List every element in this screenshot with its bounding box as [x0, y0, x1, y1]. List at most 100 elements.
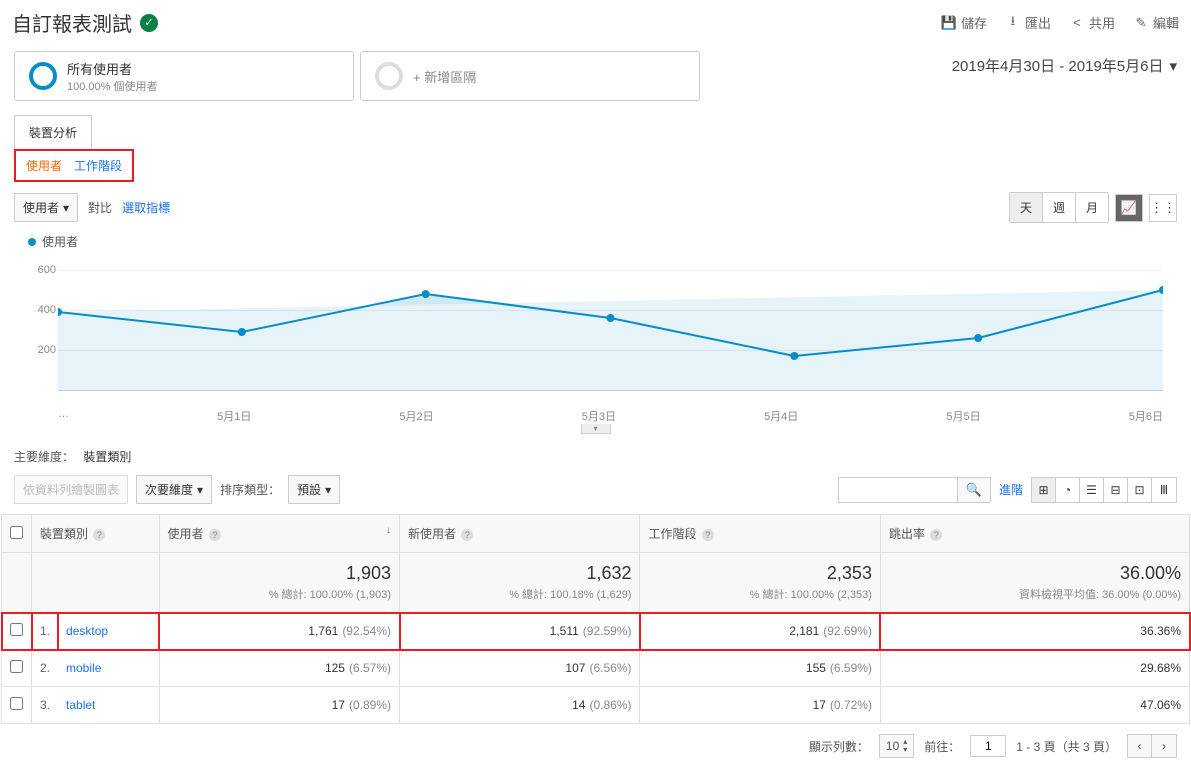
col-device[interactable]: 裝置類別 ?: [32, 515, 160, 553]
edit-button[interactable]: ✎ 編輯: [1133, 13, 1179, 32]
compare-label: 對比: [88, 199, 112, 216]
report-title: 自訂報表測試: [12, 8, 132, 37]
summary-bounce-sub: 資料檢視平均值: 36.00% (0.00%): [889, 586, 1181, 602]
row-checkbox[interactable]: [10, 623, 23, 636]
search-input[interactable]: [838, 477, 958, 503]
view-column[interactable]: Ⅲ: [1152, 478, 1176, 502]
summary-bounce: 36.00%: [889, 563, 1181, 584]
dimension-value: 裝置類別: [83, 450, 131, 464]
granularity-month[interactable]: 月: [1076, 193, 1108, 222]
save-icon: 💾: [941, 15, 957, 31]
x-tick: 5月2日: [399, 408, 433, 424]
x-tick: 5月5日: [946, 408, 980, 424]
line-chart-icon: 📈: [1121, 200, 1137, 216]
cell-new-users: 14: [572, 698, 585, 712]
search-button[interactable]: 🔍: [958, 477, 991, 503]
device-link[interactable]: mobile: [66, 661, 101, 675]
row-checkbox[interactable]: [10, 697, 23, 710]
device-link[interactable]: desktop: [66, 624, 108, 638]
line-chart: 600 400 200 … 5月1日 5月2日 5月3日 5月4日 5月5日 5…: [28, 254, 1163, 424]
search-icon: 🔍: [966, 482, 982, 497]
save-button[interactable]: 💾 儲存: [941, 13, 987, 32]
tab-device-analysis[interactable]: 裝置分析: [14, 115, 92, 149]
segment-circle-icon: [29, 62, 57, 90]
granularity-day[interactable]: 天: [1010, 193, 1043, 222]
share-icon: <: [1069, 15, 1085, 31]
y-tick-200: 200: [38, 344, 56, 356]
date-range-text: 2019年4月30日 - 2019年5月6日: [952, 55, 1164, 76]
table-icon: ⊞: [1038, 483, 1048, 497]
row-checkbox[interactable]: [10, 660, 23, 673]
expand-chart-handle[interactable]: ▾: [581, 424, 611, 434]
add-segment-button[interactable]: + 新增區隔: [360, 51, 700, 101]
view-data-table[interactable]: ⊞: [1032, 478, 1056, 502]
cell-users: 17: [332, 698, 345, 712]
cell-bounce: 47.06%: [1140, 698, 1181, 712]
share-label: 共用: [1089, 13, 1115, 32]
advanced-link[interactable]: 進階: [999, 481, 1023, 498]
sort-type-dropdown[interactable]: 預設 ▾: [288, 475, 340, 504]
chevron-down-icon: ▾: [325, 483, 331, 497]
metric-dropdown[interactable]: 使用者 ▾: [14, 193, 78, 222]
metric-tabs: 使用者 工作階段: [14, 149, 134, 182]
help-icon[interactable]: ?: [93, 529, 105, 541]
help-icon[interactable]: ?: [461, 529, 473, 541]
pagination: 顯示列數： 10 ▴▾ 前往： 1 - 3 頁（共 3 頁） ‹ ›: [0, 724, 1191, 768]
cell-users-pct: (0.89%): [349, 698, 391, 712]
device-link[interactable]: tablet: [66, 698, 95, 712]
updown-icon: ▴▾: [903, 738, 907, 754]
cell-sessions-pct: (6.59%): [830, 661, 872, 675]
col-new-users[interactable]: 新使用者 ?: [400, 515, 640, 553]
chart-svg: [58, 254, 1163, 394]
summary-row: 1,903 % 總計: 100.00% (1,903) 1,632 % 總計: …: [2, 553, 1190, 613]
tab-sessions[interactable]: 工作階段: [74, 157, 122, 174]
dimension-label: 主要維度：: [14, 450, 74, 464]
chevron-right-icon: ›: [1162, 739, 1166, 753]
segment-all-users[interactable]: 所有使用者 100.00% 個使用者: [14, 51, 354, 101]
pivot-icon: ⊡: [1134, 483, 1144, 497]
select-metric-link[interactable]: 選取指標: [122, 199, 170, 216]
view-bar[interactable]: ☰: [1080, 478, 1104, 502]
secondary-dimension-dropdown[interactable]: 次要維度 ▾: [136, 475, 212, 504]
help-icon[interactable]: ?: [930, 529, 942, 541]
granularity-week[interactable]: 週: [1043, 193, 1076, 222]
row-index: 1.: [32, 613, 59, 650]
date-range-picker[interactable]: 2019年4月30日 - 2019年5月6日 ▾: [952, 51, 1177, 76]
next-page-button[interactable]: ›: [1152, 735, 1176, 757]
cell-users-pct: (92.54%): [342, 624, 391, 638]
edit-label: 編輯: [1153, 13, 1179, 32]
cell-users: 1,761: [308, 624, 338, 638]
column-icon: Ⅲ: [1160, 483, 1168, 497]
view-comparison[interactable]: ⊟: [1104, 478, 1128, 502]
col-bounce[interactable]: 跳出率 ?: [880, 515, 1189, 553]
pie-icon: ◔: [1064, 483, 1071, 497]
rows-per-page-dropdown[interactable]: 10 ▴▾: [879, 734, 914, 758]
table-row: 3.tablet17(0.89%)14(0.86%)17(0.72%)47.06…: [2, 687, 1190, 724]
chevron-down-icon: ▾: [63, 201, 69, 215]
select-all-checkbox[interactable]: [10, 526, 23, 539]
table-view-buttons: ⊞ ◔ ☰ ⊟ ⊡ Ⅲ: [1031, 477, 1177, 503]
prev-page-button[interactable]: ‹: [1128, 735, 1152, 757]
secondary-dim-label: 次要維度: [145, 481, 193, 498]
y-tick-400: 400: [38, 304, 56, 316]
tab-users[interactable]: 使用者: [26, 157, 62, 174]
help-icon[interactable]: ?: [209, 529, 221, 541]
col-sessions[interactable]: 工作階段 ?: [640, 515, 880, 553]
line-chart-view-button[interactable]: 📈: [1115, 194, 1143, 222]
export-button[interactable]: ⭳ 匯出: [1005, 13, 1051, 32]
help-icon[interactable]: ?: [702, 529, 714, 541]
view-pivot[interactable]: ⊡: [1128, 478, 1152, 502]
col-users[interactable]: 使用者 ? ↓: [159, 515, 399, 553]
chart-controls: 使用者 ▾ 對比 選取指標 天 週 月 📈 ⋮⋮: [0, 182, 1191, 229]
chevron-down-icon: ▾: [1169, 57, 1177, 75]
download-icon: ⭳: [1005, 15, 1021, 31]
comparison-icon: ⊟: [1110, 483, 1120, 497]
share-button[interactable]: < 共用: [1069, 13, 1115, 32]
metric-dropdown-label: 使用者: [23, 199, 59, 216]
x-tick: 5月6日: [1129, 408, 1163, 424]
goto-page-input[interactable]: [970, 735, 1006, 757]
view-pie[interactable]: ◔: [1056, 478, 1080, 502]
x-axis: … 5月1日 5月2日 5月3日 5月4日 5月5日 5月6日: [58, 400, 1163, 424]
sort-type-label: 排序類型：: [220, 481, 280, 498]
motion-chart-view-button[interactable]: ⋮⋮: [1149, 194, 1177, 222]
